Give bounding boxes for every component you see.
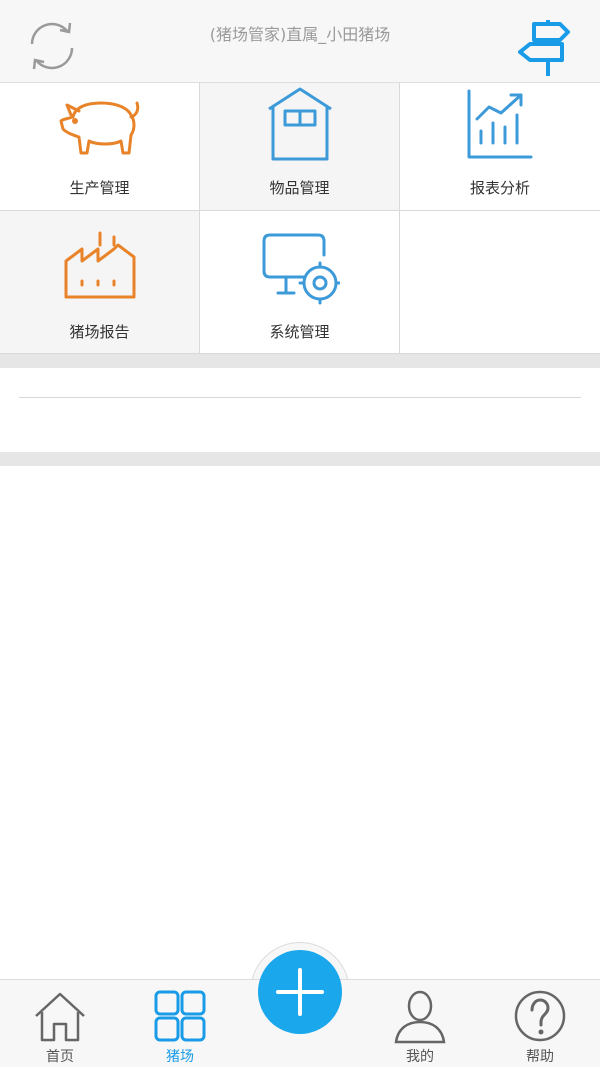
tab-label: 首页 <box>46 1049 74 1065</box>
warehouse-icon <box>267 87 332 161</box>
menu-goods-management[interactable]: 物品管理 <box>200 83 400 211</box>
menu-system-management[interactable]: 系统管理 <box>200 211 400 354</box>
signpost-button[interactable] <box>516 16 580 80</box>
menu-production-management[interactable]: 生产管理 <box>0 83 200 211</box>
page-title: (猪场管家)直属_小田猪场 <box>209 25 391 44</box>
signpost-icon <box>518 20 570 76</box>
plus-icon <box>276 968 324 1016</box>
user-icon <box>394 990 446 1044</box>
notice-panel <box>0 368 600 452</box>
tab-home[interactable]: 首页 <box>0 980 120 1068</box>
refresh-icon <box>30 22 74 70</box>
help-icon <box>514 990 566 1042</box>
divider-line <box>19 397 581 398</box>
app-header: (猪场管家)直属_小田猪场 <box>0 0 600 83</box>
grid-icon <box>154 990 206 1042</box>
menu-label: 系统管理 <box>269 323 330 341</box>
tab-label: 猪场 <box>166 1049 194 1065</box>
menu-label: 生产管理 <box>69 179 130 197</box>
section-divider <box>0 452 600 466</box>
menu-empty-cell <box>400 211 600 354</box>
refresh-button[interactable] <box>20 14 84 78</box>
pig-icon <box>59 101 139 155</box>
menu-label: 报表分析 <box>469 179 530 197</box>
tab-mine[interactable]: 我的 <box>360 980 480 1068</box>
tab-farm[interactable]: 猪场 <box>120 980 240 1068</box>
bar-chart-icon <box>467 89 533 159</box>
menu-label: 物品管理 <box>269 179 330 197</box>
monitor-gear-icon <box>262 233 340 305</box>
factory-icon <box>64 231 135 299</box>
menu-label: 猪场报告 <box>69 323 130 341</box>
section-divider <box>0 354 600 368</box>
function-grid: 生产管理 物品管理 报表分析 猪场报告 系统管理 <box>0 83 600 354</box>
tab-label: 我的 <box>406 1049 434 1065</box>
menu-farm-report[interactable]: 猪场报告 <box>0 211 200 354</box>
tab-help[interactable]: 帮助 <box>480 980 600 1068</box>
add-button[interactable] <box>258 950 342 1034</box>
home-icon <box>35 992 85 1042</box>
menu-report-analysis[interactable]: 报表分析 <box>400 83 600 211</box>
tab-label: 帮助 <box>526 1049 554 1065</box>
